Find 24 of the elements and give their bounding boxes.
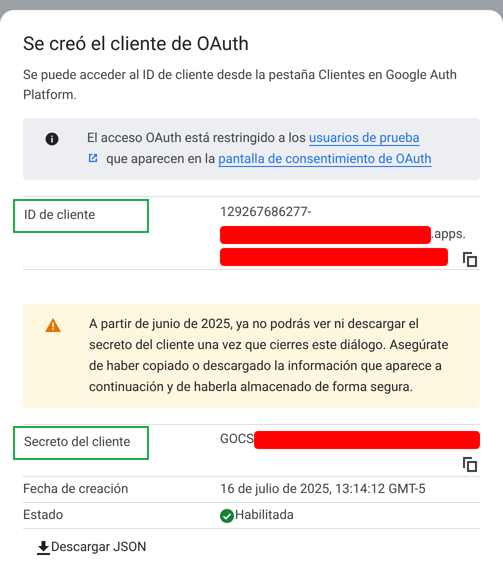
field-value: 129267686277- [220, 204, 312, 222]
link[interactable]: pantalla de consentimiento de OAuth [218, 152, 432, 167]
copy-button[interactable] [460, 249, 480, 269]
copy-icon [463, 252, 477, 266]
banner-text: El acceso OAuth está restringido a los usuarios de prueba que aparecen en la pantalla de consentimiento de OAuth [87, 130, 432, 169]
warning-icon [45, 318, 61, 332]
field-label: Estado [23, 508, 64, 523]
field-label: ID de cliente [13, 199, 149, 232]
banner-text: A partir de junio de 2025, ya no podrás ver ni descargar el secreto del cliente una vez que cierres este diálogo. Asegúrate de haber copiado o descargado la información que aparece a continuación y de haberla almacenado de forma segura. [89, 316, 450, 397]
field-value: Habilitada [235, 506, 294, 525]
field-value: .apps. [430, 226, 466, 244]
info-icon [45, 132, 59, 146]
external-link-icon [87, 152, 99, 164]
field-label: Fecha de creación [23, 482, 128, 497]
field-value: 16 de julio de 2025, 13:14:12 GMT-5 [220, 480, 426, 499]
field-value: GOCS [220, 431, 254, 450]
download-icon [37, 540, 50, 555]
download-button[interactable]: Descargar JSON [37, 538, 146, 558]
link[interactable]: usuarios de prueba [309, 131, 420, 146]
copy-button[interactable] [460, 454, 480, 474]
dialog-description: Se puede acceder al ID de cliente desde la pestaña Clientes en Google Auth Platform. [23, 67, 458, 105]
dialog-title: Se creó el cliente de OAuth [23, 31, 250, 57]
field-label: Secreto del cliente [13, 426, 149, 460]
copy-icon [463, 456, 477, 472]
